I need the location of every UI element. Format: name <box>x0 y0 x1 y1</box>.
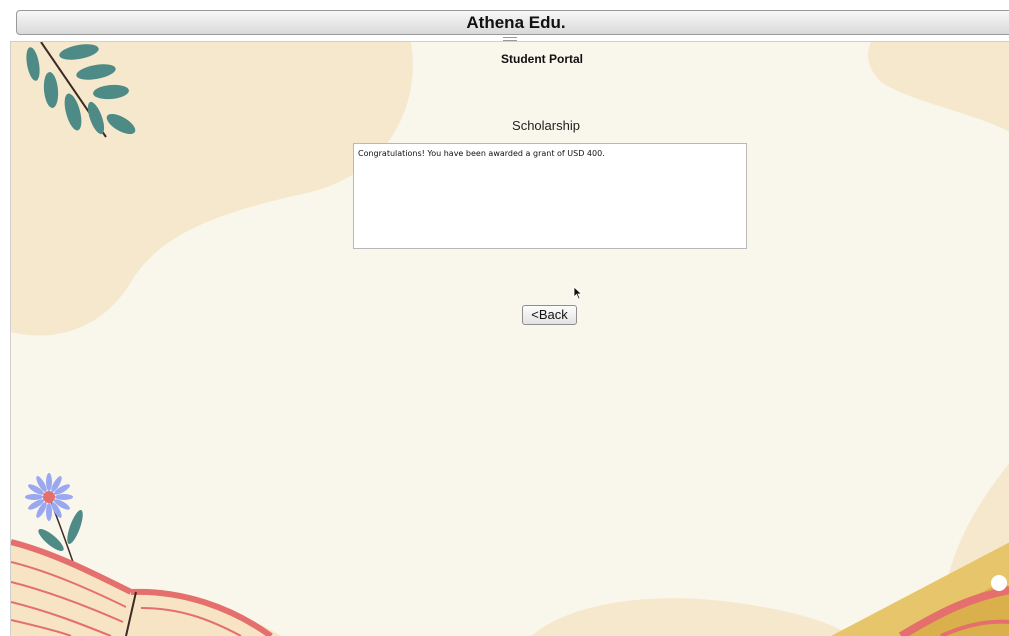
back-button[interactable]: <Back <box>522 305 577 325</box>
background-blob <box>531 598 851 636</box>
scholarship-message-area[interactable]: Congratulations! You have been awarded a… <box>353 143 747 249</box>
window-title-bar[interactable]: Athena Edu. <box>16 10 1009 35</box>
app-window: Athena Edu. Student Portal Scholarship C… <box>0 0 1009 636</box>
content-area: Student Portal Scholarship Congratulatio… <box>10 41 1009 636</box>
mouse-pointer-icon <box>573 286 583 300</box>
section-title: Scholarship <box>512 118 580 133</box>
portal-title: Student Portal <box>500 52 583 66</box>
open-book-icon <box>11 539 281 636</box>
